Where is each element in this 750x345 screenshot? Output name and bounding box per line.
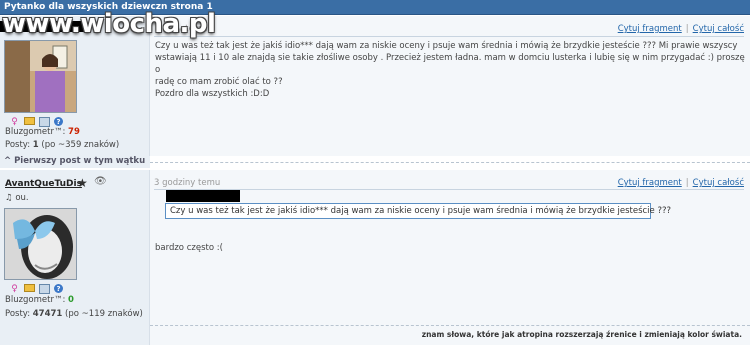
rating-value: 0: [68, 295, 74, 305]
post-2-actions: Cytuj fragment | Cytuj całość: [618, 178, 744, 188]
female-icon: ♀: [11, 117, 18, 127]
post-1-actions: Cytuj fragment | Cytuj całość: [618, 24, 744, 34]
posts-value: 47471: [32, 309, 63, 319]
message-line: wstawiają 11 i 10 ale znajdą sie takie z…: [155, 53, 745, 75]
posts-extra: (po ~119 znaków): [65, 309, 143, 319]
message-line: Czy u was też tak jest że jakiś idio*** …: [155, 41, 738, 51]
female-icon: ♀: [11, 284, 18, 294]
post-1-content: ny temu Cytuj fragment | Cytuj całość Czy …: [150, 16, 750, 156]
signature-divider: [150, 325, 750, 326]
quote-all-link[interactable]: Cytuj całość: [693, 178, 744, 188]
first-post-link[interactable]: ^ Pierwszy post w tym wątku: [0, 156, 150, 168]
post-1-user-icons: ♀ ?: [9, 117, 63, 127]
post-2-time: 3 godziny temu: [154, 178, 221, 188]
mail-icon[interactable]: [24, 117, 35, 125]
post-2-posts: Posty: 47471 (po ~119 znaków): [5, 309, 143, 319]
quote-all-link[interactable]: Cytuj całość: [693, 24, 744, 34]
quoted-message: Czy u was też tak jest że jakiś idio*** …: [165, 203, 671, 219]
message-line: radę co mam zrobić olać to ??: [155, 77, 283, 87]
post-2-username[interactable]: AvantQueTuDis: [5, 179, 82, 189]
post-2-avatar[interactable]: [4, 208, 77, 280]
posts-label: Posty:: [5, 140, 31, 150]
separator: |: [685, 178, 689, 188]
rating-label: Bluzgometr™:: [5, 295, 66, 305]
post-1-avatar[interactable]: [4, 40, 77, 113]
redacted-quote-author: [166, 190, 240, 202]
star-icon: ★: [77, 176, 88, 190]
mail-icon[interactable]: [24, 284, 35, 292]
quote-fragment-link[interactable]: Cytuj fragment: [618, 178, 682, 188]
post-2-rating: Bluzgometr™: 0: [5, 295, 74, 305]
quote-fragment-link[interactable]: Cytuj fragment: [618, 24, 682, 34]
photo-icon[interactable]: [39, 117, 50, 127]
eye-icon: 👁: [94, 176, 107, 187]
posts-value: 1: [32, 140, 39, 150]
post-1-posts: Posty: 1 (po ~359 znaków): [5, 140, 119, 150]
post-2-divider: [154, 189, 744, 190]
help-icon[interactable]: ?: [54, 117, 63, 126]
post-2-user-panel: AvantQueTuDis ★ 👁 ♫ ou. ♀ ? Bluzgometr™:…: [0, 170, 150, 345]
separator: |: [685, 24, 689, 34]
help-icon[interactable]: ?: [54, 284, 63, 293]
post-2: AvantQueTuDis ★ 👁 ♫ ou. ♀ ? Bluzgometr™:…: [0, 170, 750, 345]
posts-label: Posty:: [5, 309, 31, 319]
post-2-signature: znam słowa, które jak atropina rozszerza…: [421, 330, 742, 339]
post-1-divider: [154, 36, 744, 37]
post-2-reply: bardzo często :(: [155, 243, 223, 253]
rating-label: Bluzgometr™:: [5, 127, 66, 137]
post-2-status: ♫ ou.: [5, 193, 29, 203]
rating-value: 79: [68, 127, 80, 137]
site-watermark: www.wiocha.pl: [2, 9, 216, 39]
avatar-photo: [5, 209, 76, 279]
post-1-message: Czy u was też tak jest że jakiś idio*** …: [155, 40, 750, 100]
separator-line: [150, 162, 750, 163]
photo-icon[interactable]: [39, 284, 50, 294]
avatar-photo: [5, 41, 76, 112]
post-2-user-icons: ♀ ?: [9, 284, 63, 294]
post-1-rating: Bluzgometr™: 79: [5, 127, 80, 137]
message-line: Pozdro dla wszystkich :D:D: [155, 89, 270, 99]
posts-extra: (po ~359 znaków): [41, 140, 120, 150]
post-2-content: 3 godziny temu Cytuj fragment | Cytuj cało…: [150, 170, 750, 345]
